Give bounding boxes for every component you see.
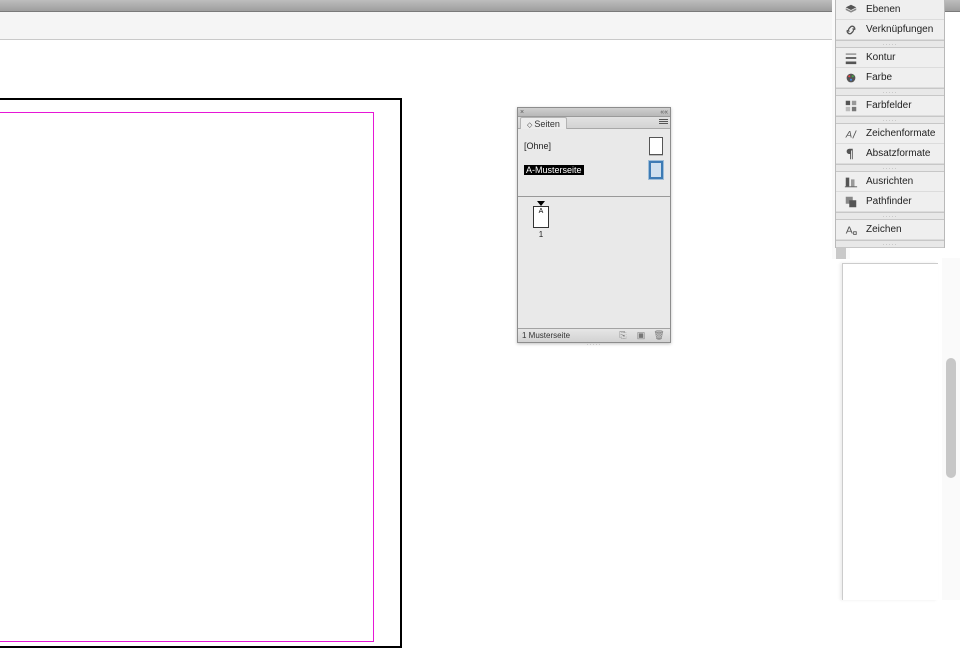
page-master-letter: A (539, 208, 544, 215)
charstyle-icon: A (844, 127, 858, 141)
align-icon (844, 175, 858, 189)
dock-item-absatzformate[interactable]: Absatzformate (836, 144, 944, 164)
secondary-scrollbar[interactable] (942, 258, 960, 600)
dock-item-label: Kontur (866, 52, 895, 63)
document-pages-section: A 1 (518, 197, 670, 297)
dock-item-label: Farbfelder (866, 100, 912, 111)
dock-item-ebenen[interactable]: Ebenen (836, 0, 944, 20)
page-margin-guide (0, 112, 374, 642)
page-spread[interactable]: A 1 (533, 201, 549, 239)
dock-separator: ····· (836, 40, 944, 48)
stroke-icon (844, 51, 858, 65)
pages-panel[interactable]: × «« ◇Seiten [Ohne] A-Musterseite A 1 1 … (517, 107, 671, 343)
collapse-icon[interactable]: «« (660, 109, 668, 116)
master-label: [Ohne] (524, 141, 551, 151)
panel-resize-grip[interactable]: ····· (518, 342, 670, 348)
panel-status: 1 Musterseite (518, 331, 616, 340)
canvas[interactable] (0, 40, 832, 600)
edit-page-icon[interactable]: ⎘ (616, 331, 630, 341)
right-dock: Ebenen Verknüpfungen ····· Kontur Farbe … (835, 0, 945, 248)
dock-item-verknuepfungen[interactable]: Verknüpfungen (836, 20, 944, 40)
dock-item-kontur[interactable]: Kontur (836, 48, 944, 68)
panel-footer: 1 Musterseite ⎘ ▣ 🗑 (518, 328, 670, 342)
dock-item-label: Farbe (866, 72, 892, 83)
master-label: A-Musterseite (524, 165, 584, 175)
dock-item-label: Zeichenformate (866, 128, 935, 139)
secondary-document-area (832, 259, 960, 600)
page-thumbnail[interactable]: A (533, 206, 549, 228)
parastyle-icon (844, 147, 858, 161)
master-row-none[interactable]: [Ohne] (518, 135, 670, 157)
dock-separator: ····· (836, 116, 944, 124)
dock-separator: ····· (836, 88, 944, 96)
pathfinder-icon (844, 195, 858, 209)
close-icon[interactable]: × (520, 109, 524, 116)
panel-titlebar[interactable]: × «« (518, 108, 670, 117)
secondary-page-edge (842, 263, 938, 600)
swatches-icon (844, 99, 858, 113)
dock-item-farbe[interactable]: Farbe (836, 68, 944, 88)
dock-separator: ····· (836, 164, 944, 172)
dock-item-zeichen[interactable]: A Zeichen (836, 220, 944, 240)
master-pages-section: [Ohne] A-Musterseite (518, 129, 670, 197)
tab-pages[interactable]: ◇Seiten (520, 117, 567, 129)
scrollbar-thumb[interactable] (946, 358, 956, 478)
master-row-a[interactable]: A-Musterseite (518, 159, 670, 181)
dock-separator: ····· (836, 212, 944, 220)
color-icon (844, 71, 858, 85)
dock-item-zeichenformate[interactable]: A Zeichenformate (836, 124, 944, 144)
dock-item-ausrichten[interactable]: Ausrichten (836, 172, 944, 192)
links-icon (844, 23, 858, 37)
delete-page-icon[interactable]: 🗑 (652, 331, 666, 341)
master-thumb[interactable] (649, 161, 663, 179)
dock-item-label: Pathfinder (866, 196, 912, 207)
dock-item-label: Ausrichten (866, 176, 913, 187)
app-toolbar (0, 0, 960, 12)
page-number: 1 (533, 230, 549, 239)
dock-item-label: Absatzformate (866, 148, 930, 159)
dock-item-label: Ebenen (866, 4, 900, 15)
layers-icon (844, 3, 858, 17)
glyph-icon: A (844, 223, 858, 237)
dock-separator: ····· (836, 240, 944, 248)
dock-item-label: Verknüpfungen (866, 24, 933, 35)
new-page-icon[interactable]: ▣ (634, 331, 648, 341)
master-thumb[interactable] (649, 137, 663, 155)
dock-item-pathfinder[interactable]: Pathfinder (836, 192, 944, 212)
dock-item-label: Zeichen (866, 224, 902, 235)
svg-text:A: A (845, 129, 852, 140)
panel-tabrow: ◇Seiten (518, 117, 670, 129)
panel-menu-icon[interactable] (659, 119, 668, 127)
dock-item-farbfelder[interactable]: Farbfelder (836, 96, 944, 116)
svg-text:A: A (846, 224, 853, 236)
ruler-area (0, 12, 832, 40)
tab-label: Seiten (534, 119, 560, 129)
